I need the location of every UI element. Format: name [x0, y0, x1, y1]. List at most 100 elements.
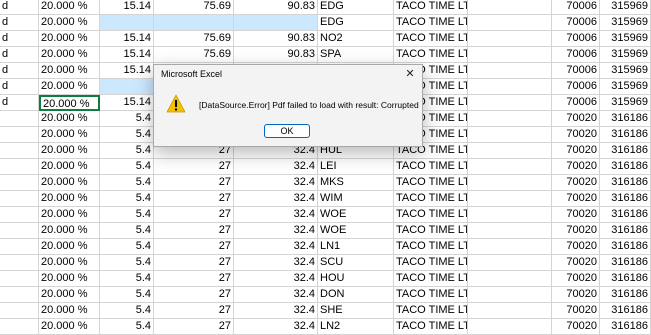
cell-col-c[interactable]: 5.4 [100, 223, 154, 239]
cell-col-d[interactable]: 27 [154, 271, 234, 287]
cell-col-j[interactable]: 316186 [600, 287, 651, 303]
cell-col-d[interactable]: 27 [154, 207, 234, 223]
cell-col-g[interactable]: TACO TIME LTD [394, 191, 468, 207]
cell-col-i[interactable]: 70020 [552, 255, 600, 271]
active-cell[interactable]: 20.000 % [39, 95, 100, 111]
cell-col-g[interactable]: TACO TIME LTD [394, 271, 468, 287]
cell-col-i[interactable]: 70020 [552, 319, 600, 335]
cell-col-i[interactable]: 70020 [552, 239, 600, 255]
cell-col-c[interactable]: 5.4 [100, 207, 154, 223]
cell-col-b[interactable]: 20.000 % [39, 31, 100, 47]
cell-col-d[interactable]: 75.69 [154, 31, 234, 47]
cell-col-h[interactable] [468, 159, 552, 175]
cell-col-a[interactable] [0, 303, 39, 319]
cell-col-g[interactable]: TACO TIME LTD [394, 15, 468, 31]
cell-col-c[interactable]: 5.4 [100, 159, 154, 175]
cell-col-d[interactable]: 75.69 [154, 47, 234, 63]
cell-col-h[interactable] [468, 15, 552, 31]
cell-col-a[interactable]: d [0, 31, 39, 47]
cell-col-a[interactable]: d [0, 95, 39, 111]
cell-col-f[interactable]: SPA [318, 47, 394, 63]
cell-col-e[interactable]: 32.4 [234, 223, 318, 239]
cell-col-e[interactable]: 32.4 [234, 287, 318, 303]
cell-col-a[interactable] [0, 319, 39, 335]
dialog-titlebar[interactable]: Microsoft Excel ✕ [154, 65, 422, 83]
cell-col-i[interactable]: 70020 [552, 143, 600, 159]
cell-col-j[interactable]: 315969 [600, 63, 651, 79]
cell-col-j[interactable]: 315969 [600, 47, 651, 63]
cell-col-c[interactable]: 15.14 [100, 63, 154, 79]
cell-col-b[interactable]: 20.000 % [39, 63, 100, 79]
cell-col-f[interactable]: EDG [318, 0, 394, 15]
cell-col-i[interactable]: 70006 [552, 15, 600, 31]
ok-button[interactable]: OK [264, 124, 310, 138]
cell-col-h[interactable] [468, 31, 552, 47]
cell-col-j[interactable]: 316186 [600, 207, 651, 223]
cell-col-c[interactable]: 15.14 [100, 47, 154, 63]
cell-col-j[interactable]: 316186 [600, 255, 651, 271]
cell-col-h[interactable] [468, 127, 552, 143]
cell-col-c[interactable]: 5.4 [100, 303, 154, 319]
cell-col-a[interactable] [0, 287, 39, 303]
cell-col-j[interactable]: 316186 [600, 127, 651, 143]
cell-col-b[interactable]: 20.000 % [39, 159, 100, 175]
cell-col-c[interactable]: 15.14 [100, 0, 154, 15]
cell-col-c[interactable]: 5.4 [100, 143, 154, 159]
cell-col-i[interactable]: 70006 [552, 79, 600, 95]
cell-col-h[interactable] [468, 143, 552, 159]
cell-col-b[interactable]: 20.000 % [39, 287, 100, 303]
cell-col-b[interactable]: 20.000 % [39, 47, 100, 63]
cell-col-b[interactable]: 20.000 % [39, 0, 100, 15]
cell-col-g[interactable]: TACO TIME LTD [394, 223, 468, 239]
cell-col-i[interactable]: 70020 [552, 191, 600, 207]
cell-col-b[interactable]: 20.000 % [39, 175, 100, 191]
cell-col-j[interactable]: 315969 [600, 79, 651, 95]
cell-col-j[interactable]: 315969 [600, 31, 651, 47]
cell-col-a[interactable] [0, 207, 39, 223]
cell-col-d[interactable]: 27 [154, 175, 234, 191]
cell-col-i[interactable]: 70020 [552, 127, 600, 143]
cell-col-e[interactable]: 32.4 [234, 271, 318, 287]
cell-col-d[interactable]: 27 [154, 191, 234, 207]
cell-col-a[interactable] [0, 143, 39, 159]
cell-col-c[interactable] [100, 79, 154, 95]
cell-col-g[interactable]: TACO TIME LTD [394, 47, 468, 63]
cell-col-e[interactable]: 32.4 [234, 303, 318, 319]
cell-col-g[interactable]: TACO TIME LTD [394, 159, 468, 175]
cell-col-f[interactable]: LN2 [318, 319, 394, 335]
close-button[interactable]: ✕ [402, 66, 418, 82]
cell-col-e[interactable]: 32.4 [234, 191, 318, 207]
cell-col-g[interactable]: TACO TIME LTD [394, 175, 468, 191]
cell-col-h[interactable] [468, 271, 552, 287]
cell-col-h[interactable] [468, 191, 552, 207]
cell-col-b[interactable]: 20.000 % [39, 127, 100, 143]
cell-col-c[interactable]: 5.4 [100, 319, 154, 335]
cell-col-e[interactable]: 32.4 [234, 255, 318, 271]
cell-col-e[interactable]: 90.83 [234, 0, 318, 15]
cell-col-f[interactable]: SHE [318, 303, 394, 319]
cell-col-g[interactable]: TACO TIME LTD [394, 31, 468, 47]
cell-col-i[interactable]: 70006 [552, 47, 600, 63]
cell-col-f[interactable]: NO2 [318, 31, 394, 47]
cell-col-h[interactable] [468, 319, 552, 335]
cell-col-d[interactable]: 27 [154, 303, 234, 319]
cell-col-e[interactable] [234, 15, 318, 31]
cell-col-g[interactable]: TACO TIME LTD [394, 239, 468, 255]
cell-col-a[interactable] [0, 223, 39, 239]
cell-col-c[interactable]: 5.4 [100, 191, 154, 207]
cell-col-g[interactable]: TACO TIME LTD [394, 255, 468, 271]
cell-col-f[interactable]: MKS [318, 175, 394, 191]
cell-col-b[interactable]: 20.000 % [39, 111, 100, 127]
cell-col-c[interactable]: 15.14 [100, 31, 154, 47]
cell-col-b[interactable]: 20.000 % [39, 319, 100, 335]
cell-col-d[interactable] [154, 15, 234, 31]
cell-col-h[interactable] [468, 287, 552, 303]
cell-col-j[interactable]: 316186 [600, 191, 651, 207]
cell-col-c[interactable]: 15.14 [100, 95, 154, 111]
cell-col-h[interactable] [468, 303, 552, 319]
cell-col-i[interactable]: 70006 [552, 95, 600, 111]
cell-col-c[interactable] [100, 15, 154, 31]
cell-col-i[interactable]: 70006 [552, 0, 600, 15]
cell-col-j[interactable]: 316186 [600, 159, 651, 175]
cell-col-h[interactable] [468, 79, 552, 95]
